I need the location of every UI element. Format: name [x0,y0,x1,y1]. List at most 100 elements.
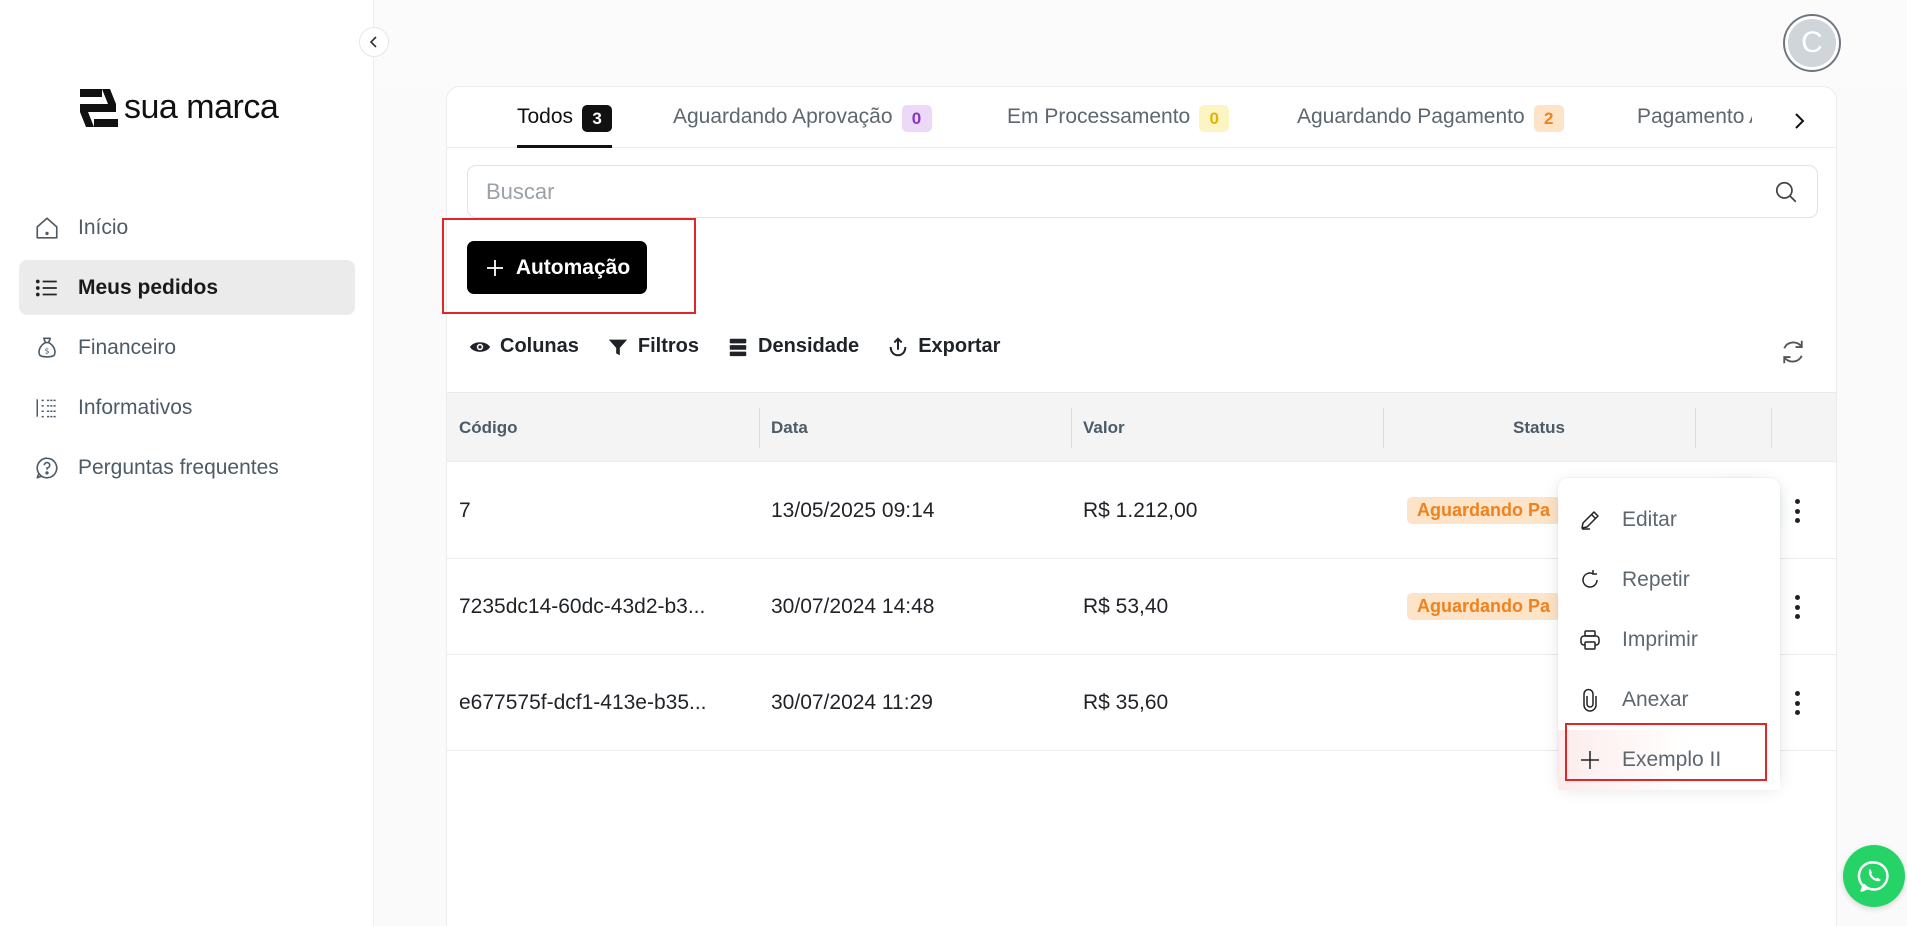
bar-list-icon [36,398,57,417]
brand-name: sua marca [124,88,279,126]
column-header-status[interactable]: Status [1383,393,1695,463]
menu-item-anexar[interactable]: Anexar [1558,670,1780,730]
kebab-dot [1794,700,1800,706]
columns-button-label: Colunas [500,335,579,357]
row-actions-button[interactable] [1785,593,1809,621]
density-icon [729,338,747,356]
column-header-codigo[interactable]: Código [447,393,759,463]
export-button-label: Exportar [918,335,1001,357]
tab-label: Aguardando Aprovação [673,105,893,128]
question-icon [36,456,58,479]
columns-button[interactable]: Colunas [469,335,579,358]
cell-valor: R$ 53,40 [1083,594,1169,618]
tab-label: Aguardando Pagamento [1297,105,1525,128]
tab-count-badge: 2 [1533,105,1564,132]
search-icon[interactable] [1773,179,1799,205]
menu-item-label: Editar [1622,508,1677,531]
sidebar-item-informativos[interactable]: Informativos [19,380,355,435]
status-badge: Aguardando Pa [1407,593,1561,620]
cell-data: 13/05/2025 09:14 [771,498,935,522]
sidebar-item-label: Financeiro [78,335,177,359]
density-button[interactable]: Densidade [727,335,859,358]
top-bar: C [374,0,1907,87]
cell-valor: R$ 1.212,00 [1083,498,1198,522]
column-separator[interactable] [1771,408,1772,448]
kebab-dot [1794,508,1800,514]
sidebar-item-label: Perguntas frequentes [78,455,279,479]
kebab-dot [1794,710,1800,715]
cell-data: 30/07/2024 14:48 [771,594,935,618]
tab-aguardando-pagamento[interactable]: Aguardando Pagamento 2 [1297,105,1564,148]
cell-valor: R$ 35,60 [1083,690,1169,714]
menu-item-label: Anexar [1622,688,1689,711]
tab-count-badge: 0 [901,105,932,132]
tab-label: Pagamento A [1637,105,1752,128]
list-icon [35,279,57,296]
repeat-icon [1582,570,1598,588]
menu-item-imprimir[interactable]: Imprimir [1558,610,1780,670]
grid-toolbar: Colunas Filtros Densidade Exportar [469,335,1000,358]
tab-count-badge: 0 [1199,105,1230,132]
sidebar-item-perguntas-frequentes[interactable]: Perguntas frequentes [19,440,355,495]
column-header-data[interactable]: Data [759,393,1071,463]
automation-button[interactable]: Automação [467,241,647,294]
sidebar-item-label: Informativos [78,395,193,419]
sidebar-item-meus-pedidos[interactable]: Meus pedidos [19,260,355,315]
filters-button-label: Filtros [637,335,700,357]
plus-icon [486,259,503,276]
brand-logo[interactable]: sua marca [80,88,279,127]
export-button[interactable]: Exportar [887,335,1000,358]
menu-item-label: Repetir [1622,568,1690,591]
filter-icon [608,339,628,355]
money-bag-icon: $ [38,336,56,358]
menu-item-label: Imprimir [1622,628,1698,651]
menu-item-editar[interactable]: Editar [1558,490,1780,550]
tab-todos[interactable]: Todos 3 [517,105,613,148]
tab-em-processamento[interactable]: Em Processamento 0 [1007,105,1230,148]
sidebar: sua marca Início Meus pedidos $ Financei… [0,0,374,926]
svg-text:$: $ [45,346,50,355]
whatsapp-chat-button[interactable] [1843,845,1905,907]
density-button-label: Densidade [758,335,860,357]
sidebar-item-inicio[interactable]: Início [19,200,355,255]
search-bar [467,165,1818,218]
home-icon [36,216,58,239]
chevron-right-icon [1795,113,1805,129]
tabs-scroll-right-button[interactable] [1785,107,1813,135]
paperclip-icon [1583,688,1597,712]
kebab-dot [1794,518,1800,523]
menu-item-highlight-box [1565,723,1767,781]
kebab-dot [1794,691,1800,696]
eye-icon [469,341,491,352]
table-header: Código Data Valor Status [447,392,1836,462]
tab-aguardando-aprovacao[interactable]: Aguardando Aprovação 0 [673,105,932,148]
sidebar-item-label: Início [78,215,129,239]
search-input[interactable] [486,178,1773,205]
kebab-dot [1794,614,1800,619]
row-context-menu: Editar Repetir Imprimir Anexar Exemplo I… [1558,478,1780,790]
chevron-left-icon [369,36,377,48]
export-icon [889,336,907,356]
refresh-icon[interactable] [1778,337,1808,367]
cell-codigo: 7235dc14-60dc-43d2-b3... [459,594,706,618]
filters-button[interactable]: Filtros [607,335,699,358]
tab-label: Todos [517,105,574,128]
tab-pagamento-a[interactable]: Pagamento A [1637,105,1752,148]
sidebar-item-financeiro[interactable]: $ Financeiro [19,320,355,375]
cell-codigo: 7 [459,498,471,522]
kebab-dot [1794,499,1800,504]
menu-item-repetir[interactable]: Repetir [1558,550,1780,610]
avatar[interactable]: C [1785,16,1839,70]
sidebar-collapse-button[interactable] [359,27,389,57]
column-header-valor[interactable]: Valor [1071,393,1383,463]
row-actions-button[interactable] [1785,689,1809,717]
status-badge: Aguardando Pa [1407,497,1561,524]
cell-data: 30/07/2024 11:29 [771,690,933,714]
pencil-icon [1581,511,1599,530]
column-separator[interactable] [1695,408,1696,448]
printer-icon [1580,630,1600,650]
tab-label: Em Processamento [1007,105,1191,128]
row-actions-button[interactable] [1785,497,1809,525]
kebab-dot [1794,595,1800,600]
status-tabs: Todos 3 Aguardando Aprovação 0 Em Proces… [447,87,1836,148]
